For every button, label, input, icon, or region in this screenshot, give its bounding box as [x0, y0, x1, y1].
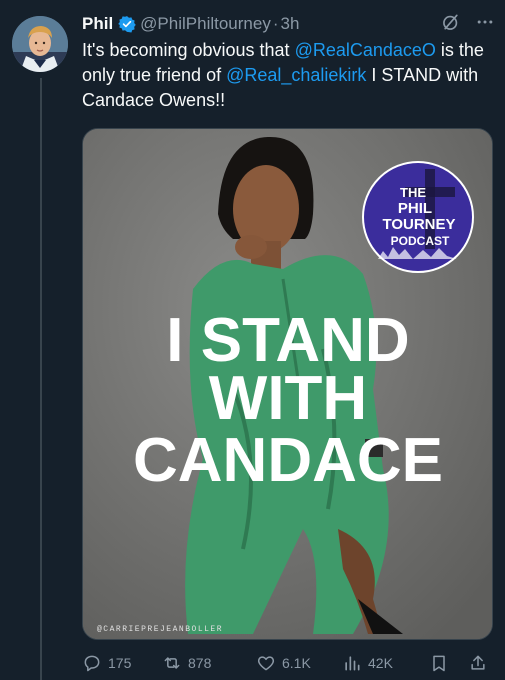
mention-candace[interactable]: @RealCandaceO — [295, 40, 436, 60]
reply-button[interactable]: 175 — [82, 653, 131, 673]
views-count: 42K — [368, 655, 393, 671]
tweet-action-bar: 175 878 6.1K 42K — [82, 650, 492, 676]
person-hand — [235, 235, 267, 259]
timestamp[interactable]: 3h — [281, 14, 300, 34]
repost-count: 878 — [188, 655, 212, 671]
verified-badge-icon — [118, 15, 136, 33]
repost-button[interactable]: 878 — [162, 653, 211, 673]
header-actions — [441, 12, 495, 36]
more-horizontal-icon[interactable] — [475, 12, 495, 37]
avatar-image — [12, 16, 68, 72]
avatar[interactable] — [12, 16, 68, 72]
thread-line — [40, 78, 42, 680]
views-button[interactable]: 42K — [342, 653, 393, 673]
tweet-text-part1: It's becoming obvious that — [82, 40, 295, 60]
like-button[interactable]: 6.1K — [256, 653, 311, 673]
logo-line3: TOURNEY — [382, 216, 455, 233]
bookmark-icon — [433, 655, 445, 672]
like-count: 6.1K — [282, 655, 311, 671]
logo-line2: PHIL — [398, 200, 432, 217]
tweet-media-image[interactable]: I STAND WITH CANDACE @CARRIEPREJEANBOLLE… — [82, 128, 493, 640]
podcast-logo: THE PHIL TOURNEY PODCAST — [362, 161, 474, 273]
media-graphic: I STAND WITH CANDACE @CARRIEPREJEANBOLLE… — [83, 129, 492, 639]
separator-dot: · — [272, 14, 279, 33]
repost-icon — [164, 657, 180, 669]
headline-line3: CANDACE — [133, 426, 443, 495]
logo-line4: PODCAST — [391, 234, 450, 248]
logo-line1: THE — [400, 185, 426, 200]
grok-icon[interactable] — [441, 12, 461, 37]
display-name[interactable]: Phil — [82, 14, 113, 34]
headline-line2: WITH — [209, 364, 367, 433]
mention-charlie[interactable]: @Real_chaliekirk — [226, 65, 366, 85]
tweet-screen: Phil @PhilPhiltourney · 3h It's becoming… — [0, 0, 505, 680]
views-chart-icon — [345, 656, 360, 671]
reply-icon — [84, 655, 100, 672]
bookmark-button[interactable] — [429, 653, 449, 673]
watermark-text: @CARRIEPREJEANBOLLER — [97, 625, 223, 634]
tweet-header: Phil @PhilPhiltourney · 3h — [82, 12, 495, 36]
share-button[interactable] — [468, 653, 488, 673]
user-handle[interactable]: @PhilPhiltourney — [140, 14, 271, 34]
share-icon — [471, 655, 485, 670]
heart-icon — [257, 656, 275, 671]
tweet-text: It's becoming obvious that @RealCandaceO… — [82, 38, 492, 113]
reply-count: 175 — [108, 655, 132, 671]
